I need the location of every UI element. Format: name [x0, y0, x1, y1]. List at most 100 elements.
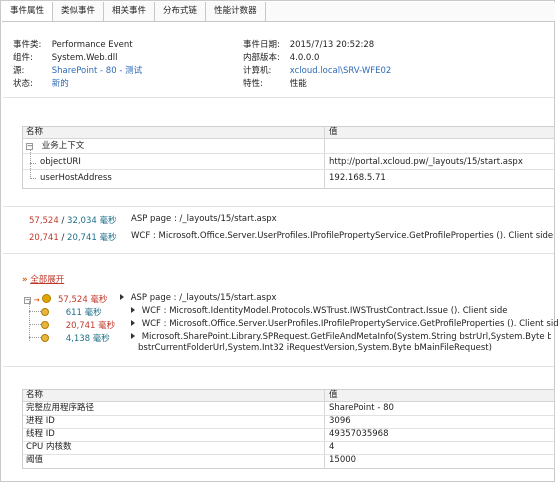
row-divider: [23, 428, 554, 429]
internal-version-value: 4.0.0.0: [289, 53, 320, 63]
expand-all-label: 全部展开: [30, 275, 65, 285]
tree-line: [29, 301, 30, 341]
column-divider: [324, 127, 325, 189]
tree-child-text: Microsoft.SharePoint.Library.SPRequest.G…: [131, 332, 551, 342]
property-value: 3096: [329, 416, 351, 426]
tree-node-time: 57,524 毫秒: [57, 295, 108, 305]
tab-similar-events[interactable]: 类似事件: [53, 2, 105, 21]
characteristic-value: 性能: [289, 79, 307, 89]
expand-all-link[interactable]: » 全部展开: [22, 273, 64, 285]
gear-icon: [41, 321, 49, 329]
tab-related-events[interactable]: 相关事件: [104, 2, 156, 21]
summary-row[interactable]: 57,524 / 32,034 毫秒: [29, 214, 116, 226]
gear-icon: [42, 294, 52, 303]
summary-text: ASP page : /_layouts/15/start.aspx: [131, 214, 277, 224]
collapse-icon[interactable]: −: [24, 297, 31, 304]
property-value: SharePoint - 80: [329, 403, 394, 413]
column-header-value[interactable]: 值: [329, 125, 338, 139]
characteristic-label: 特性:: [243, 79, 263, 89]
arrow-right-icon: →: [33, 296, 40, 304]
computer-link[interactable]: xcloud.local\SRV-WFE02: [290, 66, 392, 76]
tree-child-text: WCF : Microsoft.Office.Server.UserProfil…: [131, 319, 558, 329]
component-label: 组件:: [13, 53, 33, 63]
divider: [3, 253, 554, 254]
tree-line: [29, 311, 41, 312]
context-row-value: 192.168.5.71: [329, 173, 386, 183]
tab-event-properties[interactable]: 事件属性: [2, 2, 54, 21]
tree-child-text-continued: bstrCurrentFolderUrl,System.Int32 iReque…: [138, 343, 492, 353]
context-row-name: userHostAddress: [40, 173, 112, 183]
summary-time-self: 20,741 毫秒: [67, 233, 117, 243]
property-name: 进程 ID: [26, 416, 55, 426]
caret-right-icon: [131, 320, 135, 326]
tree-node-text: WCF : Microsoft.IdentityModel.Protocols.…: [141, 306, 508, 316]
event-properties-window: 事件属性 类似事件 相关事件 分布式链 性能计数器 事件类: Performan…: [0, 0, 558, 482]
column-header-name[interactable]: 名称: [26, 388, 43, 402]
property-value: 49357035968: [329, 429, 389, 439]
property-value: 15000: [329, 455, 357, 465]
property-name: CPU 内核数: [26, 442, 72, 452]
source-link[interactable]: SharePoint - 80 - 测试: [52, 64, 142, 76]
summary-text: WCF : Microsoft.Office.Server.UserProfil…: [131, 231, 554, 241]
gear-icon: [41, 308, 49, 316]
divider: [3, 366, 554, 367]
divider: [3, 97, 554, 98]
summary-time-total: 20,741: [29, 233, 59, 243]
tree-root-row[interactable]: − → 57,524 毫秒: [24, 293, 107, 305]
tree-node-text: WCF : Microsoft.Office.Server.UserProfil…: [141, 319, 558, 329]
group-label: 业务上下文: [41, 141, 85, 151]
group-row-business-context[interactable]: − 业务上下文: [26, 139, 84, 153]
tree-node-time: 20,741 毫秒: [65, 321, 116, 331]
property-value: 4: [329, 442, 335, 452]
property-name: 线程 ID: [26, 429, 55, 439]
tree-line: [30, 163, 36, 164]
column-divider: [324, 390, 325, 469]
row-divider: [23, 441, 554, 442]
internal-version-label: 内部版本:: [243, 53, 280, 63]
tree-node-time: 4,138 毫秒: [65, 334, 110, 344]
caret-right-icon: [131, 307, 135, 313]
property-name: 完整应用程序路径: [26, 403, 95, 413]
tree-line: [30, 178, 36, 179]
tab-performance-counters[interactable]: 性能计数器: [206, 2, 266, 21]
property-name: 阈值: [26, 455, 44, 465]
event-date-label: 事件日期:: [243, 40, 280, 50]
tab-bar: 事件属性 类似事件 相关事件 分布式链 性能计数器: [2, 2, 555, 22]
event-date-value: 2015/7/13 20:52:28: [289, 40, 375, 50]
status-link[interactable]: 新的: [52, 77, 69, 89]
column-header-value[interactable]: 值: [329, 388, 338, 402]
source-label: 源:: [13, 66, 25, 76]
component-value: System.Web.dll: [51, 53, 118, 63]
properties-table-header: [23, 390, 554, 402]
row-divider: [23, 153, 554, 154]
computer-label: 计算机:: [243, 66, 272, 76]
summary-row[interactable]: 20,741 / 20,741 毫秒: [29, 231, 116, 243]
status-label: 状态:: [13, 79, 33, 89]
context-table-header: [23, 127, 554, 139]
tab-distributed-chain[interactable]: 分布式链: [155, 2, 207, 21]
tree-child-row[interactable]: 611 毫秒: [41, 306, 102, 318]
event-class-value: Performance Event: [51, 40, 133, 50]
tree-line: [29, 324, 41, 325]
context-table: 名称 值 − 业务上下文 objectURI http://portal.xcl…: [22, 126, 555, 189]
tree-line: [29, 337, 41, 338]
event-class-label: 事件类:: [13, 40, 42, 50]
double-chevron-down-icon: »: [22, 275, 28, 285]
tree-child-row[interactable]: 4,138 毫秒: [41, 332, 110, 344]
context-row-name: objectURI: [40, 157, 81, 167]
gear-icon: [41, 334, 49, 342]
properties-table: 名称 值 完整应用程序路径 SharePoint - 80 进程 ID 3096…: [22, 389, 555, 469]
tree-root-text: ASP page : /_layouts/15/start.aspx: [120, 293, 276, 303]
divider: [3, 206, 554, 207]
row-divider: [23, 454, 554, 455]
caret-right-icon: [120, 294, 124, 300]
summary-time-self: 32,034 毫秒: [67, 216, 117, 226]
row-divider: [23, 169, 554, 170]
column-header-name[interactable]: 名称: [26, 125, 43, 139]
caret-right-icon: [131, 333, 135, 339]
row-divider: [23, 415, 554, 416]
tree-child-row[interactable]: 20,741 毫秒: [41, 319, 115, 331]
tree-node-time: 611 毫秒: [65, 308, 102, 318]
summary-time-total: 57,524: [29, 216, 59, 226]
context-row-value: http://portal.xcloud.pw/_layouts/15/star…: [329, 157, 523, 167]
